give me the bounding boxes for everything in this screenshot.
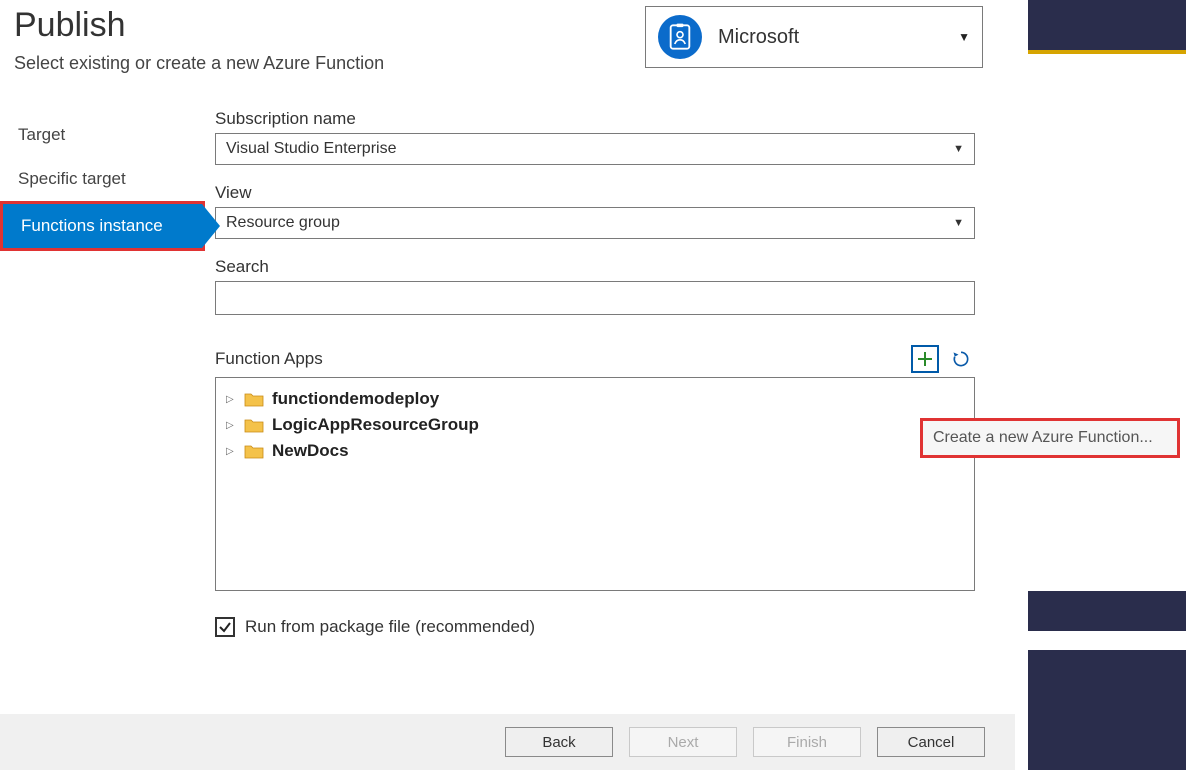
search-input[interactable]: [215, 281, 975, 315]
bg-band: [1028, 591, 1186, 631]
folder-icon: [244, 443, 264, 459]
create-new-tooltip: Create a new Azure Function...: [920, 418, 1180, 458]
avatar: [658, 15, 702, 59]
form: Subscription name Visual Studio Enterpri…: [215, 109, 1015, 637]
badge-icon: [666, 23, 694, 51]
run-from-package-checkbox[interactable]: [215, 617, 235, 637]
check-icon: [218, 620, 232, 634]
run-from-package-row[interactable]: Run from package file (recommended): [215, 617, 983, 637]
subscription-value: Visual Studio Enterprise: [226, 140, 396, 158]
chevron-down-icon: ▼: [953, 143, 964, 155]
expand-icon[interactable]: ▷: [226, 394, 236, 405]
sidebar-item-specific-target[interactable]: Specific target: [0, 157, 215, 201]
function-apps-label: Function Apps: [215, 349, 323, 369]
finish-button: Finish: [753, 727, 861, 757]
refresh-icon: [951, 349, 971, 369]
background-strip: [1015, 0, 1186, 770]
expand-icon[interactable]: ▷: [226, 420, 236, 431]
view-value: Resource group: [226, 214, 340, 232]
tree-item[interactable]: ▷ NewDocs: [222, 438, 968, 464]
bg-band: [1028, 650, 1186, 770]
sidebar: Target Specific target Functions instanc…: [0, 109, 215, 637]
sidebar-item-functions-instance[interactable]: Functions instance: [0, 201, 205, 251]
back-button[interactable]: Back: [505, 727, 613, 757]
subscription-select[interactable]: Visual Studio Enterprise ▼: [215, 133, 975, 165]
tree-item-label: NewDocs: [272, 441, 349, 461]
folder-icon: [244, 417, 264, 433]
refresh-button[interactable]: [947, 345, 975, 373]
folder-icon: [244, 391, 264, 407]
tooltip-text: Create a new Azure Function...: [933, 429, 1153, 446]
buttons-bar: Back Next Finish Cancel: [0, 714, 1015, 770]
expand-icon[interactable]: ▷: [226, 446, 236, 457]
create-new-button[interactable]: [911, 345, 939, 373]
function-apps-tree[interactable]: ▷ functiondemodeploy ▷ LogicAppResourceG…: [215, 377, 975, 591]
toolbar: [911, 345, 975, 373]
next-button: Next: [629, 727, 737, 757]
tree-item-label: functiondemodeploy: [272, 389, 439, 409]
plus-icon: [916, 350, 934, 368]
cancel-button[interactable]: Cancel: [877, 727, 985, 757]
chevron-down-icon: ▼: [953, 217, 964, 229]
bg-band: [1028, 50, 1186, 54]
search-label: Search: [215, 257, 983, 277]
sidebar-item-label: Specific target: [18, 169, 126, 188]
view-select[interactable]: Resource group ▼: [215, 207, 975, 239]
tree-item-label: LogicAppResourceGroup: [272, 415, 479, 435]
tree-item[interactable]: ▷ functiondemodeploy: [222, 386, 968, 412]
bg-band: [1028, 0, 1186, 50]
body: Target Specific target Functions instanc…: [0, 84, 1015, 637]
subscription-label: Subscription name: [215, 109, 983, 129]
sidebar-item-label: Target: [18, 125, 65, 144]
sidebar-item-label: Functions instance: [21, 216, 163, 235]
account-name: Microsoft: [718, 26, 799, 49]
tree-item[interactable]: ▷ LogicAppResourceGroup: [222, 412, 968, 438]
chevron-down-icon: ▼: [958, 30, 970, 44]
view-label: View: [215, 183, 983, 203]
publish-dialog: Publish Select existing or create a new …: [0, 0, 1015, 770]
account-picker[interactable]: Microsoft ▼: [645, 6, 983, 68]
run-from-package-label: Run from package file (recommended): [245, 617, 535, 637]
sidebar-item-target[interactable]: Target: [0, 113, 215, 157]
